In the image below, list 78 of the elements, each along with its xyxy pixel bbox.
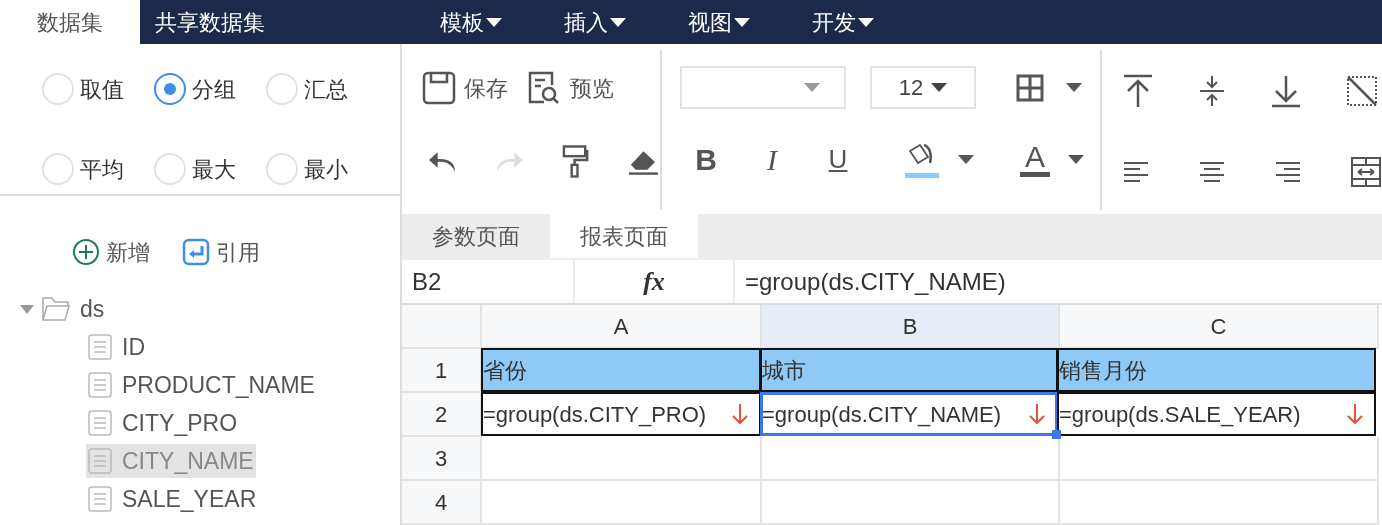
font-color-button[interactable]: A (1020, 142, 1050, 177)
aggregation-radio[interactable]: 最小 (266, 144, 378, 194)
cell-reference-field[interactable]: B2 (402, 260, 575, 303)
field-item[interactable]: ID (86, 329, 147, 365)
preview-button[interactable]: 预览 (526, 70, 614, 106)
field-icon (88, 486, 112, 512)
menu-item[interactable]: 模板 (440, 5, 502, 39)
caret-icon (610, 17, 626, 27)
table-cell[interactable] (762, 481, 1060, 525)
save-icon (422, 71, 456, 105)
column-header[interactable]: A (482, 305, 762, 349)
field-icon (88, 410, 112, 436)
caret-icon (858, 17, 874, 27)
caret-icon (1068, 155, 1084, 164)
align-center-icon[interactable] (1198, 160, 1226, 184)
table-cell[interactable]: 省份 (481, 348, 761, 392)
dataset-tab[interactable]: 数据集 (0, 0, 140, 44)
table-cell[interactable] (482, 437, 762, 481)
plus-circle-icon (72, 238, 100, 266)
column-header[interactable]: C (1060, 305, 1379, 349)
menu-item[interactable]: 视图 (688, 5, 750, 39)
expanded-caret-icon[interactable] (20, 304, 34, 314)
dataset-tab[interactable]: 共享数据集 (140, 0, 280, 44)
table-cell[interactable]: 销售月份 (1057, 348, 1376, 392)
column-header[interactable]: B (762, 305, 1060, 349)
diagonal-border-icon[interactable] (1346, 75, 1378, 107)
caret-icon (958, 155, 974, 164)
field-icon (88, 372, 112, 398)
table-cell[interactable]: =group(ds.SALE_YEAR) (1057, 392, 1376, 436)
menu-item[interactable]: 插入 (564, 5, 626, 39)
table-cell[interactable] (482, 481, 762, 525)
row-header[interactable]: 3 (402, 437, 482, 481)
fill-handle[interactable] (1052, 430, 1061, 439)
menu-item[interactable]: 开发 (812, 5, 874, 39)
borders-icon[interactable] (1016, 73, 1044, 102)
reference-button[interactable]: 引用 (182, 222, 260, 282)
align-middle-icon[interactable] (1198, 74, 1226, 108)
row-header[interactable]: 2 (402, 393, 482, 437)
field-item[interactable]: PRODUCT_NAME (86, 367, 317, 403)
field-icon (88, 334, 112, 360)
folder-icon (42, 297, 70, 321)
table-cell[interactable]: 城市 (760, 348, 1058, 392)
aggregation-radio[interactable]: 平均 (42, 144, 154, 194)
caret-icon[interactable] (1066, 83, 1082, 92)
underline-button[interactable]: U (818, 140, 858, 179)
paint-roller-icon[interactable] (562, 144, 590, 178)
aggregation-radio[interactable]: 汇总 (266, 64, 378, 114)
field-item[interactable]: SALE_YEAR (86, 481, 259, 517)
save-button[interactable]: 保存 (422, 70, 508, 106)
aggregation-radio[interactable]: 分组 (154, 64, 266, 114)
align-top-icon[interactable] (1122, 74, 1154, 108)
aggregation-radio[interactable]: 最大 (154, 144, 266, 194)
row-header[interactable]: 1 (402, 349, 482, 393)
bold-button[interactable]: B (686, 137, 726, 182)
sheet-tab[interactable]: 报表页面 (550, 214, 698, 258)
font-size-dropdown[interactable]: 12 (870, 66, 976, 109)
align-bottom-icon[interactable] (1270, 74, 1302, 108)
table-cell[interactable]: =group(ds.CITY_PRO) (481, 392, 761, 436)
caret-icon (804, 83, 820, 92)
align-right-icon[interactable] (1274, 160, 1302, 184)
table-cell[interactable]: =group(ds.CITY_NAME) (760, 392, 1058, 436)
field-item[interactable]: CITY_PRO (86, 405, 240, 441)
table-cell[interactable] (762, 437, 1060, 481)
caret-icon (486, 17, 502, 27)
row-header[interactable]: 4 (402, 481, 482, 525)
field-icon (88, 448, 112, 474)
align-left-icon[interactable] (1122, 160, 1150, 184)
function-label[interactable]: fx (575, 260, 735, 303)
caret-icon (931, 83, 948, 92)
table-cell[interactable] (1060, 481, 1379, 525)
formula-field[interactable]: =group(ds.CITY_NAME) (735, 263, 1006, 300)
merge-cells-icon[interactable] (1350, 156, 1382, 188)
add-button[interactable]: 新增 (72, 222, 150, 282)
tree-node-label[interactable]: ds (78, 291, 107, 327)
table-cell[interactable] (1060, 437, 1379, 481)
italic-button[interactable]: I (752, 137, 792, 182)
caret-icon (734, 17, 750, 27)
aggregation-radio[interactable]: 取值 (42, 64, 154, 114)
